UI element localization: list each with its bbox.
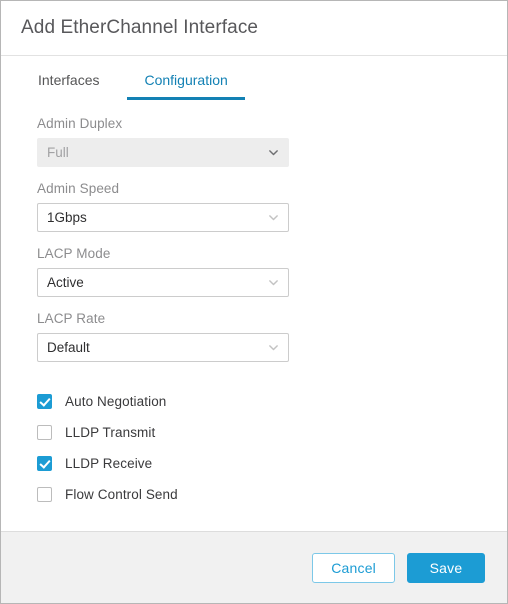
add-etherchannel-interface-dialog: Add EtherChannel Interface Interfaces Con… xyxy=(0,0,508,604)
lacp-rate-select[interactable]: Default xyxy=(37,333,289,362)
checkbox-flow-control-send[interactable]: Flow Control Send xyxy=(37,479,471,510)
checkbox-group: Auto Negotiation LLDP Transmit LLDP Receiv… xyxy=(37,386,471,510)
tab-bar: Interfaces Configuration xyxy=(1,56,507,100)
admin-speed-select[interactable]: 1Gbps xyxy=(37,203,289,232)
admin-duplex-label: Admin Duplex xyxy=(37,116,123,131)
field-lacp-rate: LACP Rate Default xyxy=(37,311,471,362)
save-button[interactable]: Save xyxy=(407,552,485,583)
chevron-down-icon xyxy=(268,147,279,158)
lldp-receive-label: LLDP Receive xyxy=(65,456,153,471)
field-admin-speed: Admin Speed 1Gbps xyxy=(37,181,471,232)
cancel-button[interactable]: Cancel xyxy=(312,552,395,583)
page-title: Add EtherChannel Interface xyxy=(21,17,259,38)
field-lacp-mode: LACP Mode Active xyxy=(37,246,471,297)
chevron-down-icon xyxy=(268,212,279,223)
checkbox-lldp-transmit[interactable]: LLDP Transmit xyxy=(37,417,471,448)
checkmark-icon[interactable] xyxy=(37,456,52,471)
lldp-transmit-label: LLDP Transmit xyxy=(65,425,156,440)
checkbox-empty-icon[interactable] xyxy=(37,487,52,502)
admin-speed-label: Admin Speed xyxy=(37,181,120,196)
chevron-down-icon xyxy=(268,277,279,288)
dialog-body: Admin Duplex Full Admin Speed 1Gbps LACP Mod… xyxy=(1,100,507,531)
dialog-footer: Cancel Save xyxy=(1,531,507,603)
lacp-mode-label: LACP Mode xyxy=(37,246,111,261)
admin-duplex-value: Full xyxy=(47,145,69,160)
checkmark-icon[interactable] xyxy=(37,394,52,409)
tab-configuration[interactable]: Configuration xyxy=(127,72,246,100)
dialog-header: Add EtherChannel Interface xyxy=(1,1,507,56)
flow-control-send-label: Flow Control Send xyxy=(65,487,178,502)
chevron-down-icon xyxy=(268,342,279,353)
checkbox-auto-negotiation[interactable]: Auto Negotiation xyxy=(37,386,471,417)
admin-speed-value: 1Gbps xyxy=(47,210,87,225)
lacp-mode-select[interactable]: Active xyxy=(37,268,289,297)
admin-duplex-select: Full xyxy=(37,138,289,167)
lacp-rate-label: LACP Rate xyxy=(37,311,106,326)
lacp-mode-value: Active xyxy=(47,275,84,290)
checkbox-lldp-receive[interactable]: LLDP Receive xyxy=(37,448,471,479)
checkbox-empty-icon[interactable] xyxy=(37,425,52,440)
field-admin-duplex: Admin Duplex Full xyxy=(37,116,471,167)
tab-interfaces[interactable]: Interfaces xyxy=(37,72,127,100)
lacp-rate-value: Default xyxy=(47,340,90,355)
configuration-form: Admin Duplex Full Admin Speed 1Gbps LACP Mod… xyxy=(37,116,471,362)
auto-negotiation-label: Auto Negotiation xyxy=(65,394,167,409)
